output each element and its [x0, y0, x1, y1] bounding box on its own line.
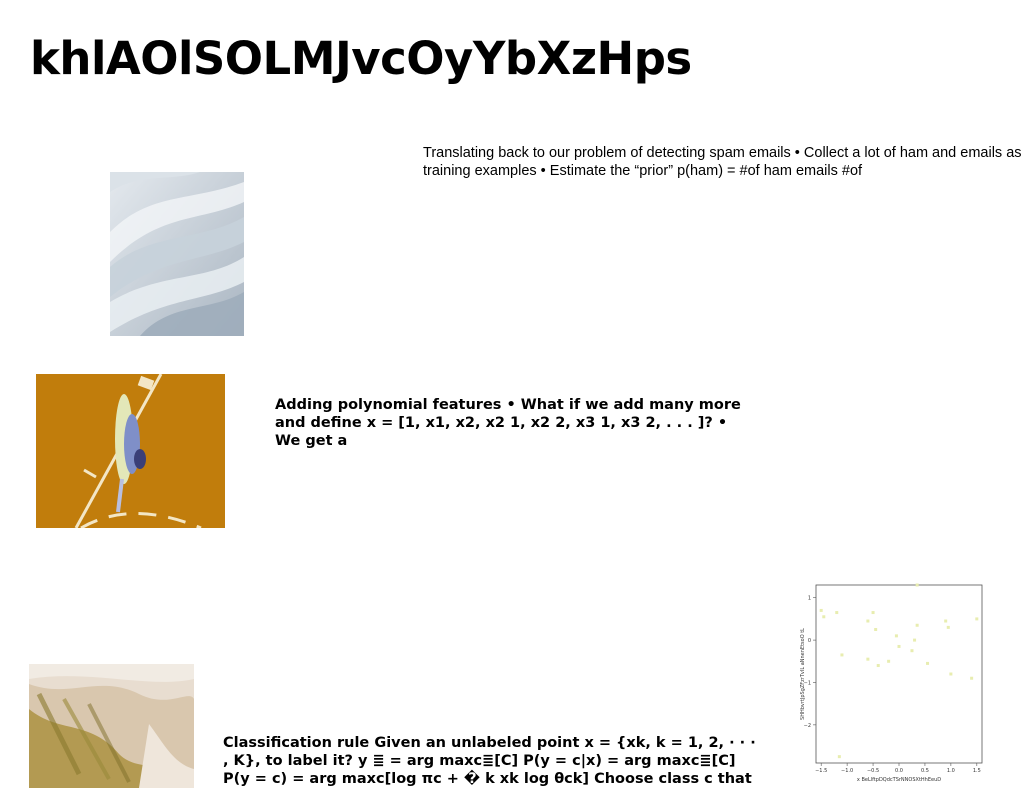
scatter-point	[822, 615, 826, 619]
scatter-chart-svg: −1.5 −1.0 −0.5 0.0 0.5 1.0 1.510−1−2 x BeLlftp…	[800, 583, 983, 783]
y-tick-label: 1	[808, 596, 811, 602]
x-tick-label: 0.5	[921, 768, 929, 774]
paragraph-spam-detection: Translating back to our problem of detec…	[423, 145, 1022, 179]
scatter-point	[840, 653, 844, 657]
scatter-point	[866, 657, 870, 661]
y-axis-label: SHHbvrtJpSgZFzrTvIL aNnenEtsoO tL	[800, 628, 806, 720]
scatter-chart: −1.5 −1.0 −0.5 0.0 0.5 1.0 1.5 1 0 −1 −2 x BeLlftp…	[796, 580, 992, 786]
scatter-point	[915, 623, 919, 627]
slide-title: khlAOlSOLMJvcOyYbXzHps	[30, 32, 692, 85]
scatter-point	[970, 676, 974, 680]
scatter-point	[876, 664, 880, 668]
scatter-point	[874, 628, 878, 631]
photo-gymnast-court	[36, 374, 225, 528]
scatter-point	[835, 611, 839, 615]
scatter-point	[871, 611, 875, 615]
x-tick-label: −1.0	[841, 768, 853, 774]
scatter-point	[866, 619, 870, 623]
scatter-point	[887, 659, 891, 663]
scatter-point	[913, 638, 917, 642]
photo-fabric-folds	[110, 172, 244, 336]
paragraph-polynomial-features: Adding polynomial features • What if we …	[275, 397, 741, 449]
scatter-point	[819, 608, 823, 612]
y-tick-label: −2	[804, 723, 811, 729]
x-tick-label: 0.0	[895, 768, 903, 774]
scatter-point	[894, 634, 898, 638]
scatter-point	[897, 644, 901, 648]
x-tick-label: −1.5	[815, 768, 827, 774]
photo-aerial-texture	[29, 664, 194, 788]
x-tick-label: 1.0	[947, 768, 955, 774]
scatter-point	[926, 661, 930, 665]
y-tick-label: 0	[808, 638, 811, 644]
scatter-point	[944, 619, 948, 623]
scatter-point	[837, 755, 841, 759]
scatter-point	[949, 672, 953, 676]
paragraph-classification-rule: Classification rule Given an unlabeled p…	[223, 735, 756, 787]
x-axis-label: x BeLlftpDQdcTSrNNOSXtHhEeuD	[857, 777, 941, 783]
scatter-point	[975, 617, 979, 621]
scatter-point	[915, 583, 919, 587]
scatter-point	[910, 649, 914, 653]
x-tick-label: −0.5	[867, 768, 879, 774]
x-tick-label: 1.5	[973, 768, 981, 774]
plot-area	[815, 584, 983, 764]
scatter-point	[946, 625, 950, 629]
